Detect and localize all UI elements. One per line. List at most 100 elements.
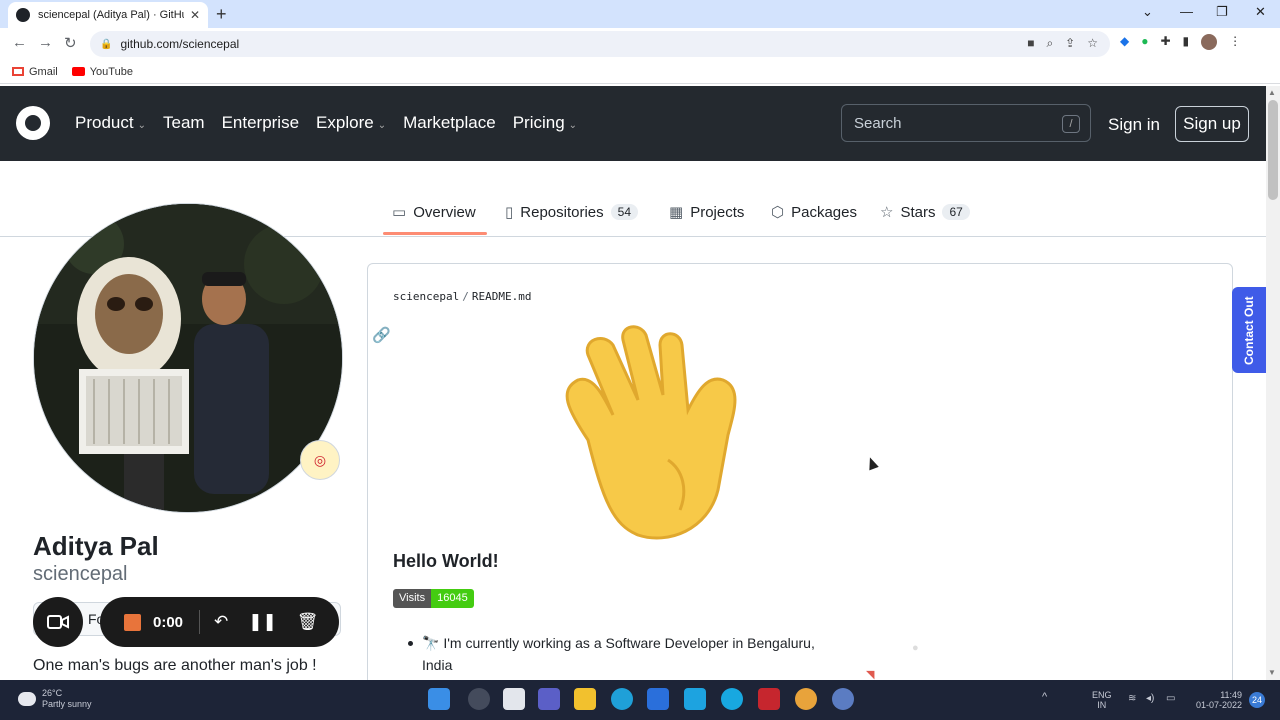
url-text[interactable]: github.com/sciencepal	[120, 37, 239, 51]
notification-badge[interactable]: 24	[1249, 692, 1265, 708]
tab-projects[interactable]: ▦ Projects	[669, 203, 744, 222]
search-input[interactable]: Search /	[841, 104, 1091, 142]
app-l-icon[interactable]	[684, 688, 706, 710]
weather-widget[interactable]: 26°C Partly sunny	[18, 688, 92, 710]
forward-arrow-icon[interactable]: →	[38, 34, 53, 51]
nav-explore[interactable]: Explore ⌄	[316, 113, 386, 133]
extension-icon[interactable]: ●	[1141, 34, 1148, 50]
star-icon: ☆	[880, 204, 894, 221]
close-window-button[interactable]: ✕	[1255, 4, 1266, 20]
puzzle-icon[interactable]: ✚	[1160, 34, 1170, 50]
clock[interactable]: 11:49 01-07-2022	[1196, 690, 1242, 710]
tab-overview[interactable]: ▭ Overview	[392, 203, 476, 222]
recording-timer: 0:00	[153, 613, 184, 631]
visits-badge-count: 16045	[431, 589, 474, 608]
back-arrow-icon[interactable]: ←	[12, 34, 27, 51]
teams-chat-icon[interactable]	[538, 688, 560, 710]
sign-in-link[interactable]: Sign in	[1108, 115, 1160, 135]
maximize-button[interactable]: ❐	[1216, 4, 1228, 20]
bookmark-gmail[interactable]: Gmail	[12, 66, 58, 78]
menu-dots-icon[interactable]: ⋮	[1229, 34, 1241, 50]
chevron-down-icon: ⌄	[137, 120, 146, 131]
nav-enterprise[interactable]: Enterprise	[222, 113, 299, 133]
search-icon[interactable]	[468, 688, 490, 710]
tab-close-icon[interactable]: ✕	[190, 8, 200, 22]
visits-badge-label: Visits	[393, 589, 432, 608]
scrollbar-thumb[interactable]	[1268, 100, 1278, 200]
lock-icon[interactable]: 🔒	[100, 39, 112, 50]
bullet-text: I'm currently working as a Software Deve…	[422, 635, 815, 673]
decorative-icon: ●	[912, 642, 919, 654]
language-indicator[interactable]: ENG IN	[1092, 690, 1112, 710]
nav-team[interactable]: Team	[163, 113, 205, 133]
book-icon: ▭	[392, 204, 407, 221]
wifi-icon[interactable]: ≋	[1128, 694, 1136, 704]
minimize-button[interactable]: —	[1180, 4, 1193, 19]
recorder-camera-button[interactable]	[33, 597, 83, 647]
tab-stars[interactable]: ☆ Stars 67	[880, 203, 970, 221]
nav-marketplace[interactable]: Marketplace	[403, 113, 496, 133]
tab-packages[interactable]: ⬡ Packages	[771, 203, 857, 222]
link-icon[interactable]: 🔗	[372, 326, 391, 344]
profile-avatar-icon[interactable]	[1201, 34, 1218, 50]
address-bar[interactable]: 🔒 github.com/sciencepal ■ ⌕ ⇪ ☆	[90, 31, 1110, 57]
task-view-icon[interactable]	[503, 688, 525, 710]
sign-up-button[interactable]: Sign up	[1175, 106, 1249, 142]
reload-icon[interactable]: ↻	[64, 34, 77, 52]
pause-icon[interactable]: ❚❚	[248, 612, 277, 632]
tab-repositories[interactable]: ▯ Repositories 54	[505, 203, 638, 221]
readme-heading: Hello World!	[393, 551, 499, 571]
undo-icon[interactable]: ↶	[214, 612, 228, 632]
profile-bio: One man's bugs are another man's job !	[33, 657, 317, 674]
target-icon[interactable]: ◎	[300, 440, 340, 480]
browser-tab[interactable]: sciencepal (Aditya Pal) · GitHub ✕	[8, 2, 208, 28]
battery-icon[interactable]: ▭	[1166, 694, 1175, 704]
visits-badge: Visits 16045	[393, 589, 474, 608]
tab-search-icon[interactable]: ⌄	[1142, 4, 1153, 20]
gmail-icon	[12, 67, 24, 76]
recorder-controls: 0:00 ↶ ❚❚ 🗑	[100, 597, 339, 647]
share-icon[interactable]: ⇪	[1065, 36, 1075, 51]
stars-count: 67	[942, 204, 970, 220]
video-camera-icon	[47, 615, 69, 629]
nav-product[interactable]: Product ⌄	[75, 113, 146, 133]
edge-browser-icon[interactable]	[611, 688, 633, 710]
avatar[interactable]	[33, 203, 343, 513]
repo-icon: ▯	[505, 204, 514, 221]
camera-icon[interactable]: ■	[1027, 36, 1034, 51]
file-explorer-icon[interactable]	[574, 688, 596, 710]
profile-username: sciencepal	[33, 563, 128, 585]
trash-icon[interactable]: 🗑	[297, 612, 319, 632]
cortana-icon[interactable]	[721, 688, 743, 710]
bookmark-youtube[interactable]: YouTube	[71, 66, 133, 78]
github-logo-icon[interactable]	[16, 106, 50, 140]
browser-toolbar: ← → ↻ 🔒 github.com/sciencepal ■ ⌕ ⇪ ☆	[0, 28, 1280, 60]
tray-overflow-icon[interactable]: ^	[1042, 692, 1047, 703]
github-header: Product ⌄ Team Enterprise Explore ⌄ Market…	[0, 86, 1266, 161]
scroll-up-icon[interactable]: ▲	[1268, 88, 1276, 97]
mcafee-icon[interactable]	[758, 688, 780, 710]
nav-pricing[interactable]: Pricing ⌄	[513, 113, 577, 133]
chrome-icon[interactable]	[795, 688, 817, 710]
contact-out-button[interactable]: Contact Out	[1232, 287, 1266, 373]
readme-owner-link[interactable]: sciencepal	[393, 290, 459, 303]
zoom-icon[interactable]: ⌕	[1046, 36, 1053, 51]
store-icon[interactable]	[647, 688, 669, 710]
scroll-down-icon[interactable]: ▼	[1268, 668, 1276, 677]
sidepanel-icon[interactable]: ▮	[1183, 34, 1190, 50]
stop-recording-button[interactable]	[124, 613, 141, 631]
active-tab-indicator	[383, 232, 487, 235]
chevron-down-icon: ⌄	[568, 120, 578, 131]
chrome-active-icon[interactable]	[832, 688, 854, 710]
github-favicon-icon	[16, 8, 30, 22]
tab-title: sciencepal (Aditya Pal) · GitHub	[38, 9, 184, 21]
avatar-photo	[34, 204, 342, 512]
bookmark-star-icon[interactable]: ☆	[1087, 36, 1098, 51]
volume-icon[interactable]: ◂)	[1146, 694, 1154, 704]
start-menu-icon[interactable]	[428, 688, 450, 710]
readme-file-link[interactable]: README.md	[472, 290, 532, 303]
extension-icon[interactable]: ◆	[1120, 34, 1129, 50]
new-tab-button[interactable]: +	[216, 4, 227, 24]
profile-name: Aditya Pal	[33, 531, 159, 561]
youtube-icon	[71, 67, 85, 76]
